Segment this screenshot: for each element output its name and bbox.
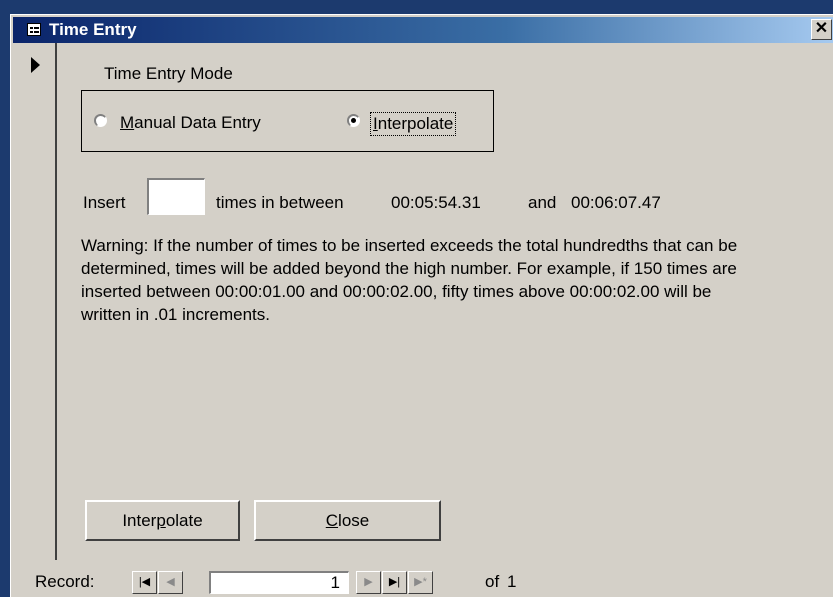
interpolate-button[interactable]: Interpolate xyxy=(85,500,240,541)
record-label: Record: xyxy=(35,572,95,591)
times-in-between-label: times in between xyxy=(216,193,344,212)
new-record-button[interactable]: ▶* xyxy=(408,571,433,594)
current-record-field[interactable]: 1 xyxy=(209,571,349,594)
next-record-button[interactable]: ▶ xyxy=(356,571,381,594)
radio-selected-dot xyxy=(351,118,356,123)
last-record-icon: ▶| xyxy=(388,576,401,588)
record-navigation-bar: Record: |◀ ◀ 1 ▶ ▶| ▶* of 1 xyxy=(13,568,833,597)
of-label: of xyxy=(485,572,500,591)
insert-times-input[interactable] xyxy=(147,178,205,215)
and-label: and xyxy=(528,193,557,212)
close-button[interactable]: Close xyxy=(254,500,441,541)
manual-data-entry-label[interactable]: Manual Data Entry xyxy=(120,113,261,133)
form-body: Time Entry Mode Manual Data Entry Interp… xyxy=(11,15,833,597)
next-record-icon: ▶ xyxy=(364,576,373,588)
time-entry-window: Time Entry ✕ Time Entry Mode Manual Data… xyxy=(10,14,833,597)
manual-data-entry-radio[interactable] xyxy=(94,114,107,127)
previous-record-icon: ◀ xyxy=(166,576,175,588)
end-time-value: 00:06:07.47 xyxy=(571,193,661,212)
interpolate-radio-label[interactable]: Interpolate xyxy=(370,112,457,136)
time-entry-mode-label: Time Entry Mode xyxy=(104,64,233,83)
time-entry-mode-group: Manual Data Entry Interpolate xyxy=(81,90,494,152)
first-record-button[interactable]: |◀ xyxy=(132,571,157,594)
warning-text: Warning: If the number of times to be in… xyxy=(81,236,738,324)
previous-record-button[interactable]: ◀ xyxy=(158,571,183,594)
new-record-icon: ▶* xyxy=(414,576,427,588)
interpolate-radio[interactable] xyxy=(347,114,360,127)
first-record-icon: |◀ xyxy=(138,576,151,588)
last-record-button[interactable]: ▶| xyxy=(382,571,407,594)
start-time-value: 00:05:54.31 xyxy=(391,193,481,212)
insert-label: Insert xyxy=(83,193,126,212)
total-records: 1 xyxy=(507,572,517,591)
